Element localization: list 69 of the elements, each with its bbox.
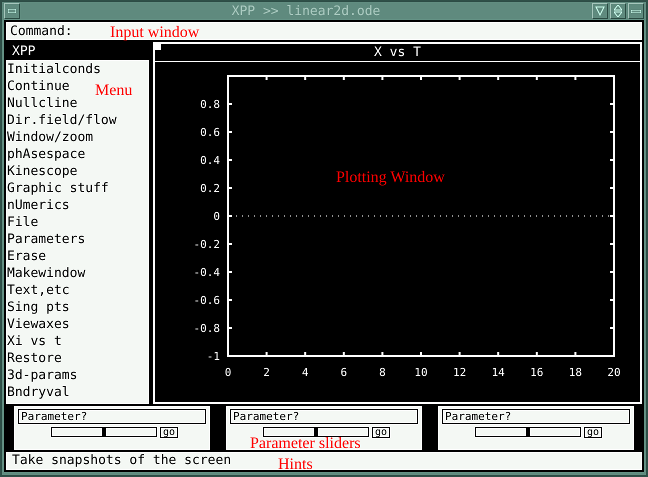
- menu-item[interactable]: Nullcline: [7, 95, 78, 112]
- x-tick-label: 6: [340, 366, 348, 379]
- go-button[interactable]: go: [372, 427, 390, 438]
- annotation-label: Plotting Window: [336, 170, 445, 186]
- annotation-label: Hints: [278, 457, 313, 473]
- menu-item[interactable]: Kinescope: [7, 163, 78, 180]
- y-tick-label: -0.4: [194, 266, 220, 279]
- menu-item[interactable]: Restore: [7, 350, 62, 367]
- slider-thumb[interactable]: [526, 427, 530, 437]
- minimize-button[interactable]: [592, 3, 608, 19]
- menu-item[interactable]: Parameters: [7, 231, 86, 248]
- menu-item[interactable]: Initialconds: [7, 61, 101, 78]
- menu-item[interactable]: Erase: [7, 248, 46, 265]
- menu-item[interactable]: Graphic stuff: [7, 180, 109, 197]
- y-tick-label: 0.4: [200, 154, 220, 167]
- menu-item[interactable]: Makewindow: [7, 265, 86, 282]
- menu-item[interactable]: File: [7, 214, 38, 231]
- menu-title: XPP: [11, 43, 36, 60]
- parameter-field[interactable]: Parameter?: [18, 409, 206, 424]
- shade-button[interactable]: [628, 3, 644, 19]
- x-tick-label: 2: [263, 366, 270, 379]
- slider-thumb[interactable]: [102, 427, 106, 437]
- x-tick-label: 18: [568, 366, 582, 379]
- slider-track[interactable]: [474, 427, 581, 437]
- bar-icon: [631, 10, 641, 12]
- slider-track[interactable]: [262, 427, 369, 437]
- y-tick-label: -0.6: [194, 294, 220, 307]
- menu-item[interactable]: Continue: [7, 78, 70, 95]
- y-tick-label: 0.6: [200, 126, 220, 139]
- go-button[interactable]: go: [584, 427, 602, 438]
- x-tick-label: 4: [302, 366, 309, 379]
- menu-item[interactable]: Text,etc: [7, 282, 70, 299]
- parameter-field[interactable]: Parameter?: [442, 409, 630, 424]
- y-tick-label: -0.2: [194, 238, 220, 251]
- x-tick-label: 12: [452, 366, 466, 379]
- menu-item[interactable]: phAsespace: [7, 146, 86, 163]
- y-tick-label: 0: [213, 210, 220, 223]
- go-button[interactable]: go: [160, 427, 178, 438]
- x-tick-label: 8: [379, 366, 386, 379]
- y-tick-label: 0.8: [200, 98, 220, 111]
- x-tick-label: 20: [607, 366, 621, 379]
- menu-item[interactable]: 3d-params: [7, 367, 78, 384]
- parameter-field[interactable]: Parameter?: [230, 409, 418, 424]
- menu-item[interactable]: Sing pts: [7, 299, 70, 316]
- annotation-label: Input window: [110, 25, 200, 41]
- y-tick-label: -1: [206, 350, 220, 363]
- x-tick-label: 16: [530, 366, 544, 379]
- bar-icon: [8, 9, 16, 13]
- menu-item[interactable]: nUmerics: [7, 197, 70, 214]
- maximize-button[interactable]: [610, 3, 626, 19]
- annotation-label: Menu: [95, 83, 132, 99]
- window-title: XPP >> linear2d.ode: [230, 4, 382, 18]
- menu-item[interactable]: Bndryval: [7, 384, 70, 401]
- menu-item[interactable]: Xi vs t: [7, 333, 62, 350]
- plot-title: X vs T: [155, 44, 640, 62]
- menu-item[interactable]: Dir.field/flow: [7, 112, 117, 129]
- y-tick-label: -0.8: [194, 322, 220, 335]
- slider-track[interactable]: [50, 427, 157, 437]
- x-tick-label: 10: [414, 366, 428, 379]
- menu-item[interactable]: Viewaxes: [7, 316, 70, 333]
- triangle-icon: [595, 6, 605, 16]
- x-tick-label: 0: [224, 366, 232, 379]
- slider-thumb[interactable]: [314, 427, 318, 437]
- double-arrow-icon: [614, 5, 622, 17]
- y-tick-label: 0.2: [200, 182, 220, 195]
- x-tick-label: 14: [492, 366, 505, 379]
- menu-item[interactable]: Window/zoom: [7, 129, 94, 146]
- annotation-label: Parameter sliders: [250, 436, 361, 452]
- window-menu-button[interactable]: [4, 3, 20, 19]
